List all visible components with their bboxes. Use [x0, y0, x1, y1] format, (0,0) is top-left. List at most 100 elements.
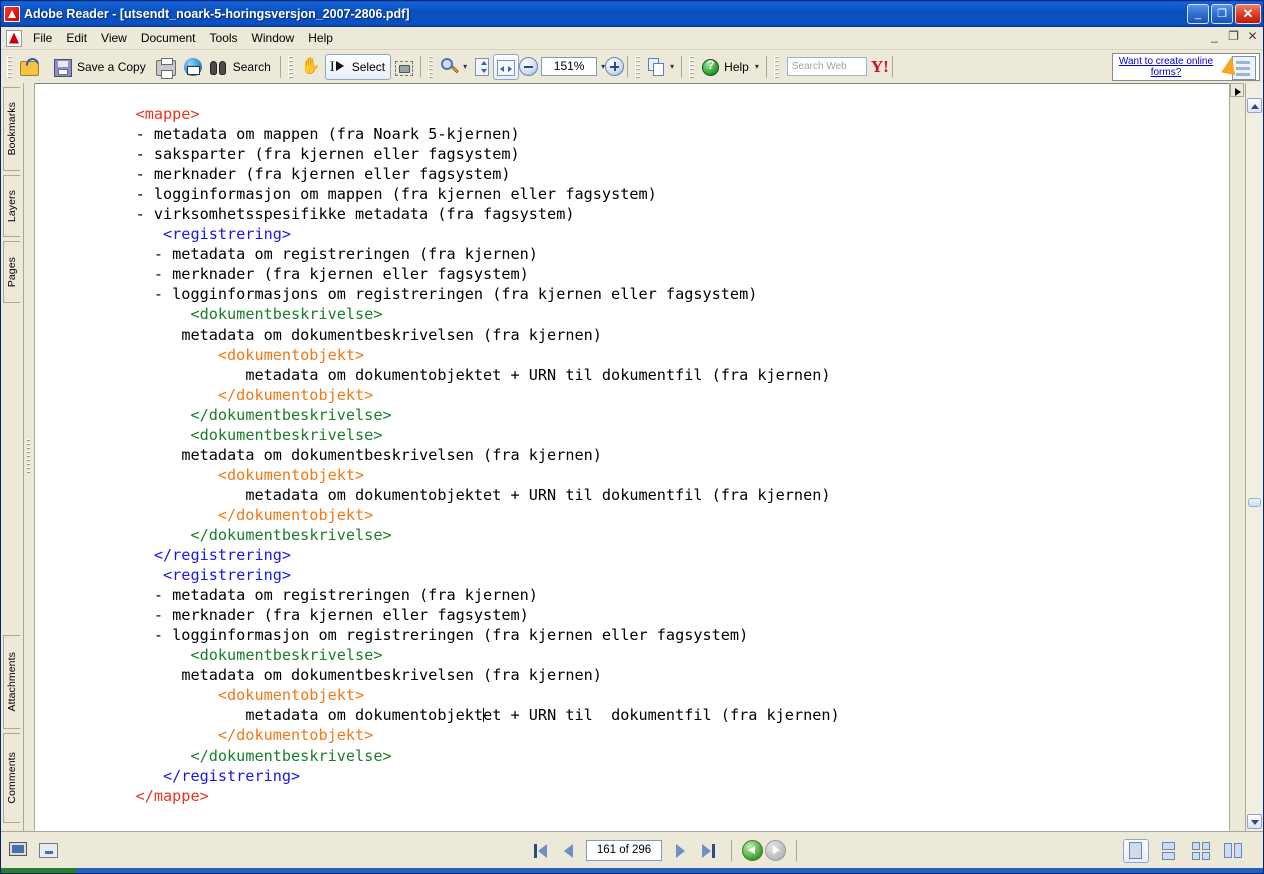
maximize-button[interactable]: ❐ [1211, 4, 1233, 24]
menu-item-help[interactable]: Help [301, 28, 340, 48]
single-page-view-button[interactable] [1123, 838, 1149, 863]
mdi-minimize-button[interactable]: _ [1207, 28, 1222, 44]
pdf-text-line: <dokumentbeskrivelse> [35, 426, 382, 444]
open-button[interactable] [16, 54, 50, 80]
continuous-view-button[interactable] [1157, 840, 1181, 862]
pdf-text-run: </dokumentobjekt> [217, 385, 374, 404]
pdf-text-line: <dokumentbeskrivelse> [35, 305, 382, 323]
pdf-text-line: <dokumentbeskrivelse> [35, 646, 382, 664]
next-page-button[interactable] [667, 840, 693, 862]
taskbar-strip [1, 868, 1263, 873]
pdf-text-line: </dokumentobjekt> [35, 726, 373, 744]
page-layout-button[interactable]: ▾ [644, 54, 678, 80]
scroll-up-button[interactable] [1247, 98, 1262, 113]
email-button[interactable] [180, 54, 206, 80]
toolbar-toggle-icon[interactable] [39, 842, 59, 859]
pdf-text-line: - merknader (fra kjernen eller fagsystem… [35, 606, 529, 624]
create-online-forms-banner[interactable]: Want to create online forms? [1112, 53, 1260, 81]
fit-width-button[interactable] [493, 53, 520, 80]
sidebar-tab-layers[interactable]: Layers [3, 175, 20, 237]
menu-item-window[interactable]: Window [245, 28, 302, 48]
pages-icon [648, 58, 666, 76]
pdf-text-run: <dokumentbeskrivelse> [190, 646, 383, 665]
zoom-level-input[interactable]: 151% [541, 57, 598, 76]
pdf-text-run: - metadata om registreringen (fra kjerne… [153, 245, 538, 264]
continuous-facing-view-button[interactable] [1221, 840, 1245, 862]
hand-tool-button[interactable]: ✋ [297, 54, 325, 80]
scrollbar-thumb[interactable] [1248, 498, 1261, 507]
page-layout-chevron-down-icon[interactable]: ▾ [670, 62, 674, 71]
zoom-out-button[interactable] [519, 57, 539, 76]
help-chevron-down-icon[interactable]: ▾ [755, 62, 759, 71]
fit-page-button[interactable] [471, 54, 493, 80]
zoom-in-button[interactable] [605, 57, 625, 76]
sidebar-tab-layers-label: Layers [6, 189, 18, 223]
menu-item-file[interactable]: File [26, 28, 59, 48]
help-label: Help [724, 59, 749, 74]
toolbar-grip-basic[interactable] [287, 55, 293, 78]
close-button[interactable]: ✕ [1235, 4, 1261, 24]
camera-snapshot-icon [395, 60, 414, 76]
floppy-disk-icon [54, 58, 72, 77]
help-button[interactable]: Help ▾ [698, 54, 763, 80]
pdf-text-run: metadata om dokumentbeskrivelsen (fra kj… [181, 666, 602, 685]
pdf-text-line: - logginformasjon om mappen (fra kjernen… [35, 185, 657, 203]
mdi-close-button[interactable]: ✕ [1245, 28, 1260, 44]
select-label: Select [351, 59, 386, 74]
last-page-button[interactable] [695, 840, 721, 862]
toolbar-grip-help[interactable] [689, 55, 695, 78]
next-view-button[interactable] [765, 840, 786, 861]
toolbar-grip-yahoo[interactable] [773, 55, 779, 78]
sidebar-tab-attachments[interactable]: Attachments [3, 635, 20, 729]
pdf-text-run: - virksomhetsspesifikke metadata (fra fa… [135, 205, 575, 224]
pdf-text-line: metadata om dokumentbeskrivelsen (fra kj… [35, 666, 602, 684]
menu-item-edit[interactable]: Edit [59, 28, 94, 48]
sidebar-tab-pages[interactable]: Pages [3, 241, 20, 303]
select-tool-button[interactable]: Select [324, 53, 392, 80]
minimize-button[interactable]: _ [1187, 4, 1209, 24]
pdf-text-line: </dokumentobjekt> [35, 506, 373, 524]
pdf-text-line: <dokumentobjekt> [35, 466, 364, 484]
pdf-text-run: <dokumentbeskrivelse> [190, 305, 383, 324]
yahoo-logo[interactable]: Y! [871, 58, 889, 75]
toolbar-grip-file[interactable] [7, 55, 12, 78]
binoculars-icon [209, 61, 228, 75]
previous-view-button[interactable] [742, 840, 763, 861]
chevron-down-icon[interactable]: ▾ [463, 62, 467, 71]
snapshot-tool-button[interactable] [391, 54, 417, 80]
navigation-pane-toggle-icon[interactable] [9, 841, 29, 860]
sidebar-tab-attachments-label: Attachments [6, 652, 18, 712]
sidebar-tab-comments[interactable]: Comments [3, 733, 20, 823]
facing-view-button[interactable] [1189, 840, 1213, 862]
pdf-page[interactable]: <mappe> - metadata om mappen (fra Noark … [35, 84, 1229, 831]
main-area: Bookmarks Layers Pages Attachments Comme… [1, 83, 1263, 831]
toolbar-separator-1 [279, 55, 281, 78]
sidebar-tab-bookmarks[interactable]: Bookmarks [3, 87, 20, 171]
document-viewport[interactable]: <mappe> - metadata om mappen (fra Noark … [35, 83, 1229, 831]
toolbar-grip-pages[interactable] [635, 55, 641, 78]
scroll-down-button[interactable] [1247, 814, 1262, 829]
create-online-forms-link[interactable]: Want to create online forms? [1113, 56, 1219, 78]
mdi-restore-button[interactable]: ❐ [1226, 28, 1241, 44]
toolbar-grip-zoom[interactable] [428, 55, 434, 78]
pdf-text-line: - metadata om mappen (fra Noark 5-kjerne… [35, 125, 520, 143]
menu-item-tools[interactable]: Tools [203, 28, 245, 48]
status-separator-2 [796, 839, 797, 862]
navigation-pane-splitter[interactable] [24, 83, 35, 831]
pdf-text-line: metadata om dokumentbeskrivelsen (fra kj… [35, 446, 602, 464]
forms-lightning-icon [1219, 54, 1259, 80]
save-a-copy-button[interactable]: Save a Copy [50, 54, 152, 80]
page-number-input[interactable]: 161 of 296 [586, 840, 662, 861]
split-view-button[interactable] [1230, 83, 1244, 97]
search-button[interactable]: Search [206, 54, 277, 80]
search-web-input[interactable]: Search Web [786, 57, 867, 76]
pdf-text-line: </registrering> [35, 767, 300, 785]
vertical-scrollbar[interactable] [1245, 83, 1263, 831]
status-left-buttons [1, 841, 209, 860]
first-page-button[interactable] [527, 840, 553, 862]
zoom-tool-button[interactable]: ▾ [437, 54, 471, 80]
menu-item-document[interactable]: Document [134, 28, 203, 48]
previous-page-button[interactable] [555, 840, 581, 862]
print-button[interactable] [152, 54, 180, 80]
menu-item-view[interactable]: View [94, 28, 134, 48]
